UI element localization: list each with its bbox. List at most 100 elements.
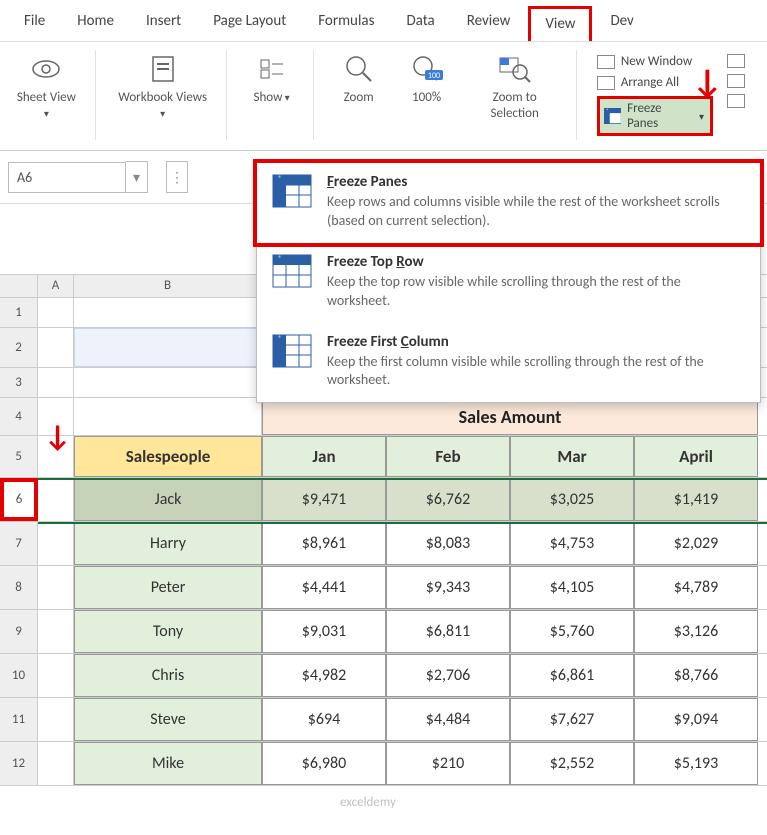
- value-cell[interactable]: $694: [262, 698, 386, 741]
- freeze-panes-button[interactable]: * Freeze Panes ▾: [593, 94, 717, 138]
- cell[interactable]: [38, 298, 74, 327]
- value-cell[interactable]: $7,627: [510, 698, 634, 741]
- col-header-b[interactable]: B: [74, 275, 262, 297]
- cell[interactable]: [74, 398, 262, 435]
- value-cell[interactable]: $5,193: [634, 742, 758, 785]
- selection-border-bottom: [38, 522, 767, 524]
- salesperson-cell[interactable]: Steve: [74, 698, 262, 741]
- freeze-first-column-option[interactable]: * Freeze First Column Keep the first col…: [257, 323, 760, 403]
- zoom-to-selection-button[interactable]: Zoom to Selection: [466, 50, 564, 123]
- zoom-button[interactable]: Zoom: [330, 50, 388, 108]
- salesperson-cell[interactable]: Peter: [74, 566, 262, 609]
- tab-file[interactable]: File: [10, 6, 59, 41]
- value-cell[interactable]: $6,980: [262, 742, 386, 785]
- value-cell[interactable]: $3,025: [510, 478, 634, 521]
- salesperson-cell[interactable]: Mike: [74, 742, 262, 785]
- row-header[interactable]: 11: [0, 698, 38, 741]
- row-header[interactable]: 8: [0, 566, 38, 609]
- name-box-dropdown[interactable]: ▾: [126, 161, 148, 193]
- tab-data[interactable]: Data: [392, 6, 448, 41]
- row-header[interactable]: 4: [0, 398, 38, 435]
- row-header[interactable]: 7: [0, 522, 38, 565]
- tab-formulas[interactable]: Formulas: [304, 6, 388, 41]
- sales-amount-title[interactable]: Sales Amount: [262, 398, 758, 435]
- row-header[interactable]: 3: [0, 368, 38, 397]
- cell[interactable]: [38, 522, 74, 565]
- cell[interactable]: [38, 398, 74, 435]
- value-cell[interactable]: $2,706: [386, 654, 510, 697]
- value-cell[interactable]: $3,126: [634, 610, 758, 653]
- value-cell[interactable]: $4,441: [262, 566, 386, 609]
- value-cell[interactable]: $210: [386, 742, 510, 785]
- value-cell[interactable]: $4,484: [386, 698, 510, 741]
- row-header[interactable]: 6: [0, 478, 38, 521]
- month-header[interactable]: Feb: [386, 436, 510, 477]
- value-cell[interactable]: $9,094: [634, 698, 758, 741]
- name-box[interactable]: A6: [8, 162, 126, 193]
- tab-developer[interactable]: Dev: [596, 6, 647, 41]
- value-cell[interactable]: $6,861: [510, 654, 634, 697]
- col-header-a[interactable]: A: [38, 275, 74, 297]
- row-header[interactable]: 5: [0, 436, 38, 477]
- row-header[interactable]: 9: [0, 610, 38, 653]
- value-cell[interactable]: $9,343: [386, 566, 510, 609]
- value-cell[interactable]: $8,766: [634, 654, 758, 697]
- cell[interactable]: [38, 610, 74, 653]
- value-cell[interactable]: $9,031: [262, 610, 386, 653]
- row-header[interactable]: 1: [0, 298, 38, 327]
- row-header[interactable]: 2: [0, 328, 38, 367]
- salespeople-header[interactable]: Salespeople: [74, 436, 262, 477]
- cell[interactable]: [38, 436, 74, 477]
- tab-review[interactable]: Review: [453, 6, 525, 41]
- select-all-corner[interactable]: [0, 275, 38, 297]
- sheet-view-button[interactable]: Sheet View: [10, 50, 83, 123]
- value-cell[interactable]: $2,029: [634, 522, 758, 565]
- tab-page-layout[interactable]: Page Layout: [199, 6, 300, 41]
- arrange-all-button[interactable]: Arrange All: [593, 73, 717, 92]
- hide-icon[interactable]: [727, 74, 745, 88]
- salesperson-cell[interactable]: Chris: [74, 654, 262, 697]
- value-cell[interactable]: $1,419: [634, 478, 758, 521]
- cell[interactable]: [38, 742, 74, 785]
- cell[interactable]: [38, 368, 74, 397]
- tab-home[interactable]: Home: [63, 6, 128, 41]
- cell[interactable]: [38, 478, 74, 521]
- value-cell[interactable]: $4,789: [634, 566, 758, 609]
- cell[interactable]: [74, 298, 262, 327]
- show-button[interactable]: Show: [243, 50, 301, 108]
- value-cell[interactable]: $4,753: [510, 522, 634, 565]
- row-header[interactable]: 10: [0, 654, 38, 697]
- value-cell[interactable]: $8,083: [386, 522, 510, 565]
- month-header[interactable]: Mar: [510, 436, 634, 477]
- month-header[interactable]: April: [634, 436, 758, 477]
- value-cell[interactable]: $5,760: [510, 610, 634, 653]
- workbook-views-button[interactable]: Workbook Views: [112, 50, 214, 123]
- cell[interactable]: [74, 328, 262, 367]
- cell[interactable]: [38, 566, 74, 609]
- cell[interactable]: [38, 698, 74, 741]
- cell[interactable]: [74, 368, 262, 397]
- new-window-button[interactable]: New Window: [593, 52, 717, 71]
- split-icon[interactable]: [727, 54, 745, 68]
- zoom-100-button[interactable]: 100 100%: [398, 50, 456, 108]
- cell[interactable]: [38, 654, 74, 697]
- row-header[interactable]: 12: [0, 742, 38, 785]
- value-cell[interactable]: $4,982: [262, 654, 386, 697]
- salesperson-cell[interactable]: Tony: [74, 610, 262, 653]
- freeze-top-row-option[interactable]: * Freeze Top Row Keep the top row visibl…: [257, 243, 760, 323]
- value-cell[interactable]: $9,471: [262, 478, 386, 521]
- value-cell[interactable]: $2,552: [510, 742, 634, 785]
- salesperson-cell[interactable]: Jack: [74, 478, 262, 521]
- month-header[interactable]: Jan: [262, 436, 386, 477]
- tab-insert[interactable]: Insert: [132, 6, 195, 41]
- tab-view[interactable]: View: [528, 6, 592, 41]
- value-cell[interactable]: $4,105: [510, 566, 634, 609]
- salesperson-cell[interactable]: Harry: [74, 522, 262, 565]
- value-cell[interactable]: $6,762: [386, 478, 510, 521]
- freeze-panes-option[interactable]: * Freeze Panes Keep rows and columns vis…: [253, 159, 764, 247]
- formula-bar-dropdown[interactable]: ⋮: [166, 161, 188, 193]
- cell[interactable]: [38, 328, 74, 367]
- value-cell[interactable]: $8,961: [262, 522, 386, 565]
- value-cell[interactable]: $6,811: [386, 610, 510, 653]
- unhide-icon[interactable]: [727, 94, 745, 108]
